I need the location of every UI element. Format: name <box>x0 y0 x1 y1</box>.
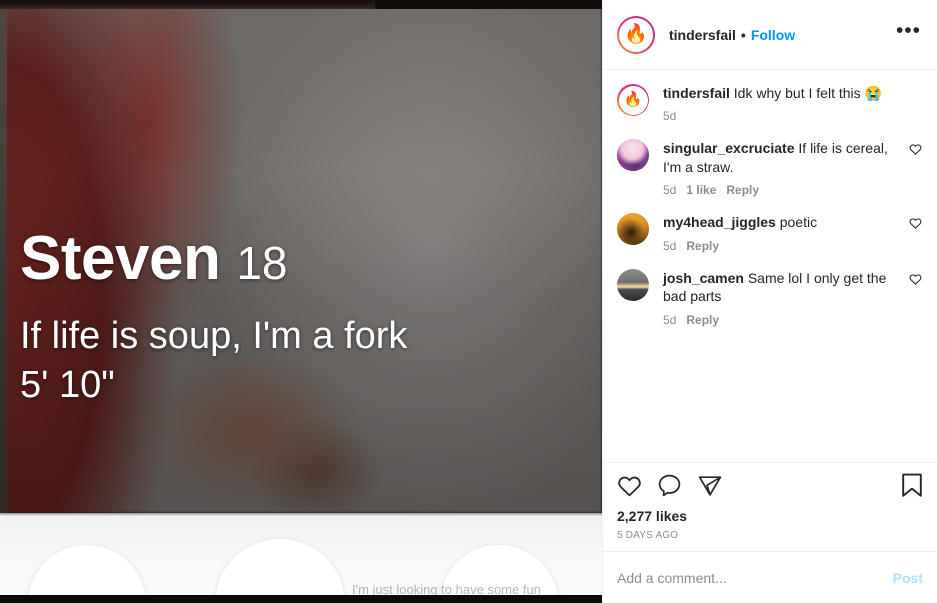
avatar <box>617 268 649 301</box>
caption-meta: 5d <box>663 109 917 123</box>
comment-like-icon[interactable] <box>909 143 923 197</box>
post-header-text: tindersfail • Follow <box>669 27 894 43</box>
post-comment-button[interactable]: Post <box>885 570 923 586</box>
commenter-avatar[interactable] <box>617 213 649 246</box>
header-separator: • <box>740 26 746 43</box>
photo-top-letterbox-dark <box>375 0 602 9</box>
comment-icon[interactable] <box>658 474 682 502</box>
post-header: 🔥 tindersfail • Follow ••• <box>603 0 937 70</box>
list-item: singular_excruciate If life is cereal, I… <box>617 139 923 197</box>
commenter-avatar[interactable] <box>617 268 649 301</box>
list-item: my4head_jiggles poetic 5d Reply <box>617 213 923 253</box>
author-username[interactable]: tindersfail <box>669 27 736 43</box>
tinder-profile-height: 5' 10" <box>20 363 115 406</box>
instagram-post: Steven 18 If life is soup, I'm a fork 5'… <box>0 0 937 603</box>
comment-timestamp: 5d <box>663 312 677 327</box>
caption-body: tindersfail Idk why but I felt this 😭 5d <box>663 84 923 123</box>
comment-timestamp: 5d <box>663 238 677 253</box>
comment-like-count[interactable]: 1 like <box>686 183 716 197</box>
comment-text-line: my4head_jiggles poetic <box>663 213 903 231</box>
post-sidebar: 🔥 tindersfail • Follow ••• 🔥 tindersfail… <box>602 0 937 603</box>
comment-timestamp: 5d <box>663 183 677 198</box>
comment-like-icon[interactable] <box>909 217 923 252</box>
like-icon[interactable] <box>617 474 642 502</box>
comment-message: poetic <box>779 214 818 231</box>
list-item: josh_camen Same lol I only get the bad p… <box>617 268 923 327</box>
comment-composer: Post <box>603 551 937 603</box>
post-actions: 2,277 likes 5 DAYS AGO <box>603 462 937 551</box>
commenter-username[interactable]: josh_camen <box>663 270 744 286</box>
comment-body: singular_excruciate If life is cereal, I… <box>663 139 909 197</box>
caption-username[interactable]: tindersfail <box>663 85 730 101</box>
comment-meta: 5d 1 like Reply <box>663 183 903 197</box>
post-caption-row: 🔥 tindersfail Idk why but I felt this 😭 … <box>617 84 923 123</box>
comment-reply-button[interactable]: Reply <box>686 313 719 327</box>
action-icon-row <box>617 471 923 505</box>
tinder-profile-name: Steven <box>20 224 221 293</box>
tinder-flame-icon: 🔥 <box>624 23 648 45</box>
post-media[interactable]: Steven 18 If life is soup, I'm a fork 5'… <box>0 0 602 603</box>
comment-input[interactable] <box>617 569 885 586</box>
caption-text-line: tindersfail Idk why but I felt this 😭 <box>663 84 917 102</box>
avatar <box>617 139 649 172</box>
tinder-nope-button[interactable]: ✕ <box>215 539 345 603</box>
caption-timestamp: 5d <box>663 109 677 124</box>
media-bottom-edge <box>0 595 602 603</box>
commenter-username[interactable]: singular_excruciate <box>663 140 795 156</box>
photo-top-letterbox <box>0 0 602 9</box>
tinder-profile-age: 18 <box>236 237 288 289</box>
comment-meta: 5d Reply <box>663 313 903 327</box>
author-avatar-ring[interactable]: 🔥 <box>617 15 655 54</box>
share-icon[interactable] <box>698 474 722 502</box>
avatar: 🔥 <box>621 19 651 50</box>
commenter-username[interactable]: my4head_jiggles <box>663 214 776 230</box>
caption-avatar[interactable]: 🔥 <box>617 84 649 116</box>
tinder-profile-overlay: Steven 18 If life is soup, I'm a fork 5'… <box>20 228 580 409</box>
comment-body: my4head_jiggles poetic 5d Reply <box>663 213 909 252</box>
comment-text-line: singular_excruciate If life is cereal, I… <box>663 139 903 176</box>
tinder-flame-icon: 🔥 <box>623 91 643 108</box>
comment-reply-button[interactable]: Reply <box>726 183 759 197</box>
comment-like-icon[interactable] <box>909 273 923 327</box>
post-timestamp: 5 DAYS AGO <box>617 530 679 541</box>
more-options-button[interactable]: ••• <box>894 20 923 49</box>
like-count[interactable]: 2,277 likes <box>617 508 923 524</box>
comment-text-line: josh_camen Same lol I only get the bad p… <box>663 269 903 306</box>
commenter-avatar[interactable] <box>617 139 649 172</box>
bookmark-icon[interactable] <box>901 473 923 503</box>
comments-list[interactable]: 🔥 tindersfail Idk why but I felt this 😭 … <box>603 70 937 462</box>
avatar <box>617 213 649 246</box>
follow-button[interactable]: Follow <box>751 27 795 43</box>
tinder-name-line: Steven 18 <box>20 228 580 290</box>
avatar-ring-inner: 🔥 <box>619 17 653 52</box>
comment-meta: 5d Reply <box>663 239 903 253</box>
comment-body: josh_camen Same lol I only get the bad p… <box>663 269 909 327</box>
comment-reply-button[interactable]: Reply <box>686 239 719 253</box>
tinder-profile-bio: If life is soup, I'm a fork <box>20 315 408 357</box>
caption-message: Idk why but I felt this 😭 <box>733 85 882 101</box>
avatar: 🔥 <box>618 85 648 115</box>
